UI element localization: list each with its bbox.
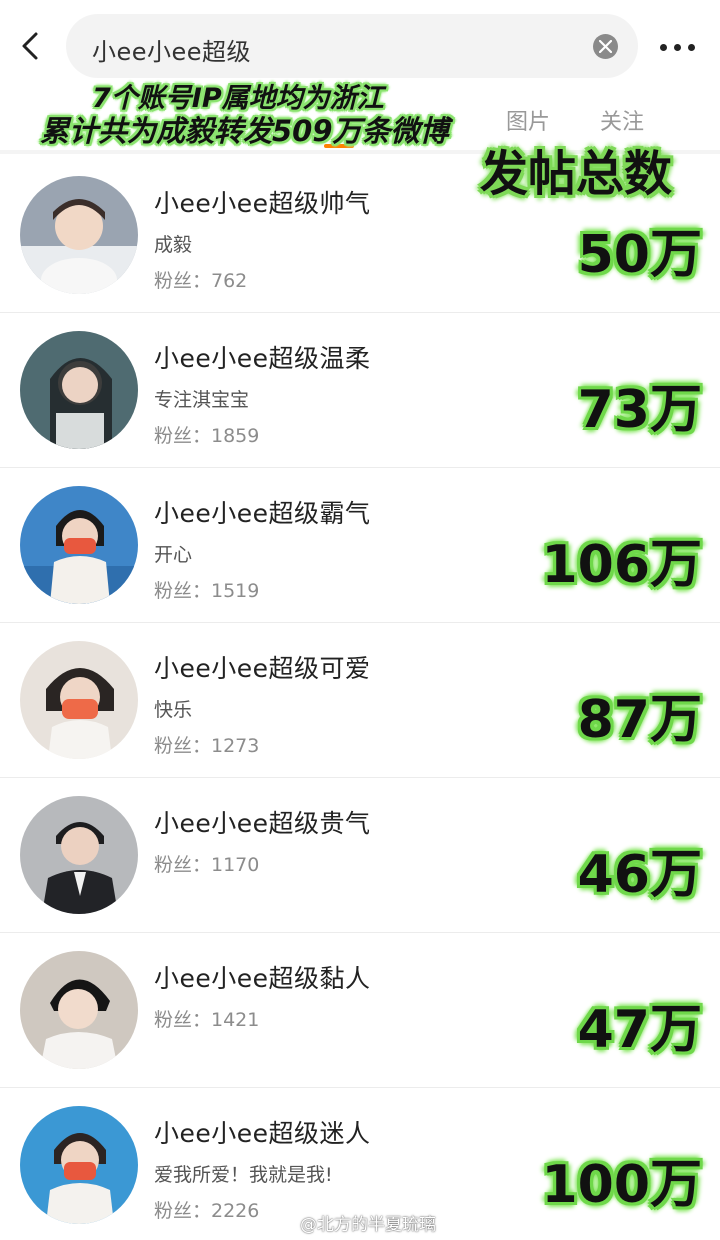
user-bio: 成毅 [154,234,193,256]
list-item[interactable]: 小ee小ee超级霸气 开心 粉丝：1519 106万 [0,468,720,623]
list-item[interactable]: 小ee小ee超级贵气 粉丝：1170 46万 [0,778,720,933]
back-arrow-icon [22,32,38,60]
avatar[interactable] [20,796,138,914]
avatar[interactable] [20,951,138,1069]
avatar[interactable] [20,641,138,759]
fan-count: 粉丝：1859 [154,425,260,447]
search-bar[interactable]: 小ee小ee超级 [66,14,638,78]
clear-search-icon[interactable] [593,34,618,59]
post-total: 87万 [577,690,702,750]
back-button[interactable] [14,28,50,64]
user-bio: 开心 [154,544,193,566]
list-item[interactable]: 小ee小ee超级黏人 粉丝：1421 47万 [0,933,720,1088]
user-name[interactable]: 小ee小ee超级黏人 [154,959,371,995]
avatar[interactable] [20,486,138,604]
more-options-icon[interactable] [656,32,700,62]
user-name[interactable]: 小ee小ee超级温柔 [154,339,371,375]
post-total: 46万 [577,845,702,905]
tab-images[interactable]: 图片 [506,104,550,136]
fan-count: 粉丝：1421 [154,1009,260,1031]
list-item[interactable]: 小ee小ee超级温柔 专注淇宝宝 粉丝：1859 73万 [0,313,720,468]
user-bio: 爱我所爱！我就是我! [154,1164,333,1186]
fan-count: 粉丝：1170 [154,854,260,876]
avatar[interactable] [20,1106,138,1224]
fan-count: 粉丝：2226 [154,1200,260,1222]
avatar[interactable] [20,331,138,449]
user-bio: 快乐 [154,699,193,721]
post-total: 100万 [541,1155,702,1215]
fan-count: 粉丝：762 [154,270,248,292]
user-bio: 专注淇宝宝 [154,389,250,411]
post-total: 73万 [577,380,702,440]
post-total: 50万 [577,225,702,285]
user-name[interactable]: 小ee小ee超级迷人 [154,1114,371,1150]
avatar[interactable] [20,176,138,294]
fan-count: 粉丝：1519 [154,580,260,602]
user-name[interactable]: 小ee小ee超级霸气 [154,494,371,530]
post-total: 47万 [577,1000,702,1060]
list-item[interactable]: 小ee小ee超级可爱 快乐 粉丝：1273 87万 [0,623,720,778]
annotation-line-2: 累计共为成毅转发509万条微博 [40,114,449,148]
fan-count: 粉丝：1273 [154,735,260,757]
user-name[interactable]: 小ee小ee超级贵气 [154,804,371,840]
user-name[interactable]: 小ee小ee超级帅气 [154,184,371,220]
tab-follow[interactable]: 关注 [600,104,644,136]
user-list: 小ee小ee超级帅气 成毅 粉丝：762 50万 小ee小ee超级温柔 专注淇宝… [0,158,720,1240]
watermark: @北方的半夏琉璃 [300,1215,436,1235]
search-input[interactable]: 小ee小ee超级 [92,32,251,67]
user-name[interactable]: 小ee小ee超级可爱 [154,649,371,685]
post-total: 106万 [541,535,702,595]
post-total-header: 发帖总数 [480,146,673,202]
